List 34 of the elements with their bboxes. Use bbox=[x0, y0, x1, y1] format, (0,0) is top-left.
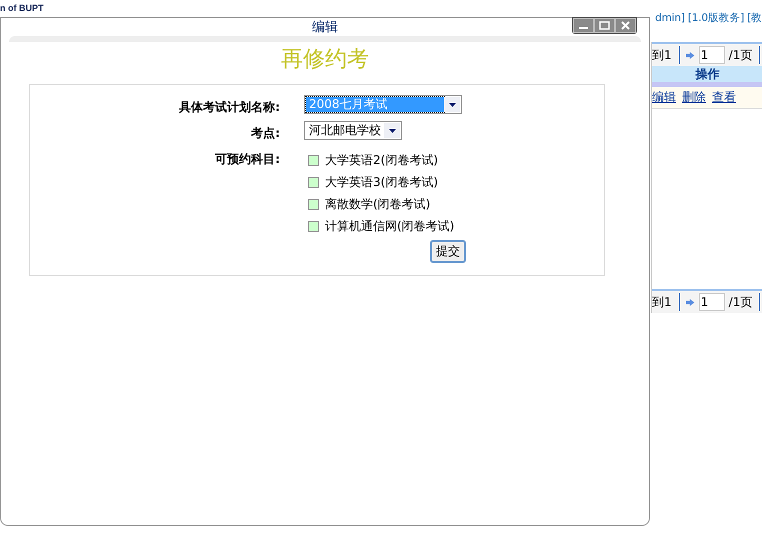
pager-label: 到1 bbox=[652, 294, 672, 310]
arrow-right-icon[interactable] bbox=[686, 50, 695, 60]
close-button[interactable] bbox=[615, 18, 636, 33]
checkbox[interactable] bbox=[308, 221, 319, 232]
page-input[interactable]: 1 bbox=[698, 46, 725, 64]
checkbox-label: 大学英语3(闭卷考试) bbox=[325, 174, 438, 191]
action-link[interactable]: 编辑 bbox=[652, 89, 676, 106]
checkbox-label: 计算机通信网(闭卷考试) bbox=[325, 218, 454, 235]
action-link[interactable]: 删除 bbox=[682, 89, 706, 106]
checkbox-label: 大学英语2(闭卷考试) bbox=[325, 152, 438, 169]
page-total: /1页 bbox=[728, 294, 752, 310]
action-link[interactable]: 查看 bbox=[712, 89, 736, 106]
caret-icon bbox=[448, 102, 456, 106]
form-heading: 再修约考 bbox=[280, 45, 370, 73]
minimize-button[interactable] bbox=[573, 18, 594, 33]
checkbox[interactable] bbox=[308, 199, 319, 210]
field-label: 考点: bbox=[250, 125, 280, 142]
logo-text: n of BUPT bbox=[0, 2, 44, 13]
submit-button[interactable]: 提交 bbox=[430, 240, 466, 263]
caret-icon bbox=[388, 128, 396, 132]
checkbox[interactable] bbox=[308, 155, 319, 166]
checkbox[interactable] bbox=[308, 177, 319, 188]
top-links[interactable]: dmin] [1.0版教务] [教 bbox=[655, 0, 762, 25]
field-label: 具体考试计划名称: bbox=[178, 99, 280, 116]
page-input[interactable]: 1 bbox=[698, 293, 725, 311]
column-header: 操作 bbox=[652, 66, 762, 87]
pager-label: 到1 bbox=[652, 46, 672, 64]
arrow-right-icon[interactable] bbox=[686, 296, 695, 308]
select-field[interactable]: 河北邮电学校 bbox=[304, 121, 402, 140]
field-label: 可预约科目: bbox=[214, 151, 280, 168]
dialog-title: 编辑 bbox=[312, 19, 338, 36]
maximize-button[interactable] bbox=[594, 18, 615, 33]
page-total: /1页 bbox=[728, 46, 752, 64]
checkbox-label: 离散数学(闭卷考试) bbox=[325, 196, 430, 213]
